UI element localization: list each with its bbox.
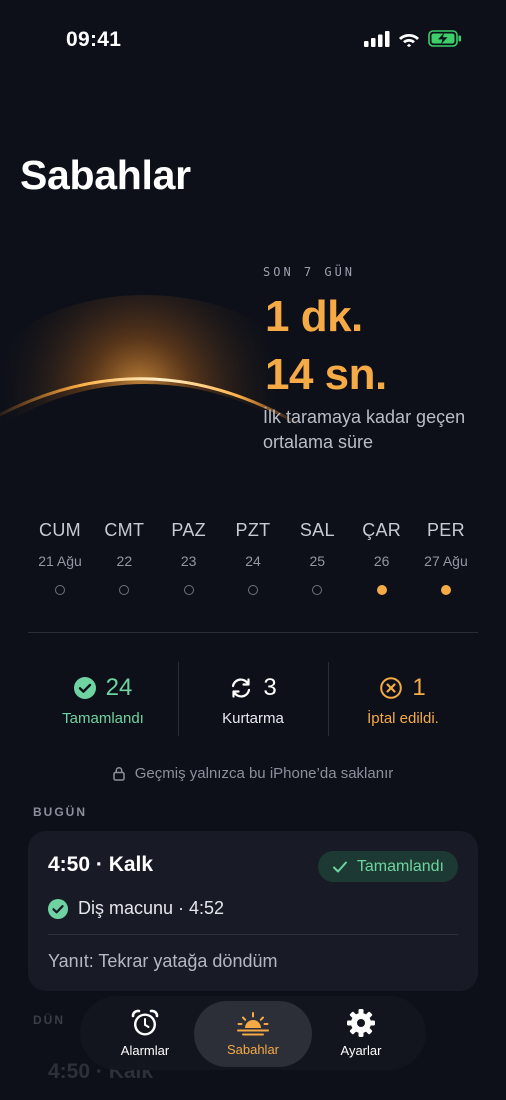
recovery-label: Kurtarma	[222, 710, 284, 727]
card-divider	[48, 934, 458, 935]
day-date: 22	[116, 553, 133, 569]
day-date: 26	[373, 553, 390, 569]
day-per[interactable]: PER 27 Ağu	[414, 520, 478, 595]
day-status-dot	[183, 585, 194, 595]
tab-label: Ayarlar	[340, 1043, 382, 1058]
wifi-icon	[399, 33, 419, 47]
day-name: SAL	[299, 520, 335, 540]
day-status-dot	[312, 585, 323, 595]
stat-cancelled: 1 İptal edildi.	[328, 662, 478, 736]
cancelled-count: 1	[412, 674, 426, 701]
completed-count: 24	[105, 674, 133, 701]
day-date: 23	[180, 553, 197, 569]
average-minutes: 1 dk.	[265, 292, 363, 341]
privacy-text: Geçmiş yalnızca bu iPhone’da saklanır	[134, 765, 394, 782]
cancel-circle-icon	[380, 677, 403, 699]
gear-icon	[347, 1009, 375, 1037]
tab-label: Alarmlar	[120, 1043, 170, 1058]
faded-section-label: DÜN	[33, 1013, 65, 1027]
day-name: CMT	[104, 520, 145, 540]
sunrise-glow-illustration	[0, 250, 300, 470]
stats-row: 24 Tamamlandı 3 Kurtarma 1 İptal edildi.	[28, 662, 478, 736]
task-row: Diş macunu · 4:52	[48, 898, 224, 919]
cellular-signal-icon	[364, 30, 390, 47]
summary-period-label: SON 7 GÜN	[263, 265, 356, 279]
cancelled-label: İptal edildi.	[367, 710, 439, 727]
day-date: 27 Ağu	[424, 553, 468, 569]
tab-sabahlar[interactable]: Sabahlar	[194, 1001, 312, 1067]
completed-label: Tamamlandı	[62, 710, 144, 727]
summary-description: İlk taramaya kadar geçen ortalama süre	[263, 407, 466, 452]
week-strip: CUM 21 Ağu CMT 22 PAZ 23 PZT 24 SAL 25 Ç…	[28, 520, 478, 595]
status-time: 09:41	[66, 28, 122, 51]
stat-recovery: 3 Kurtarma	[178, 662, 328, 736]
tab-alarmlar[interactable]: Alarmlar	[86, 996, 204, 1070]
section-label-today: BUGÜN	[33, 805, 87, 819]
day-date: 24	[245, 553, 261, 569]
day-paz[interactable]: PAZ 23	[157, 520, 221, 595]
day-date: 21 Ağu	[38, 553, 82, 569]
privacy-note: Geçmiş yalnızca bu iPhone’da saklanır	[0, 765, 506, 782]
recovery-count: 3	[263, 674, 277, 701]
lock-icon	[113, 767, 125, 781]
task-text: Diş macunu · 4:52	[78, 898, 225, 918]
day-car[interactable]: ÇAR 26	[350, 520, 414, 595]
page-title: Sabahlar	[20, 152, 191, 198]
divider	[28, 632, 478, 633]
status-badge: Tamamlandı	[317, 851, 458, 882]
day-status-dot	[247, 585, 258, 595]
refresh-icon	[232, 678, 251, 698]
morning-card[interactable]: 4:50 · Kalk Tamamlandı Diş macunu · 4:52…	[28, 831, 478, 991]
checkmark-circle-icon	[73, 677, 96, 699]
day-name: PER	[427, 520, 465, 540]
day-cum[interactable]: CUM 21 Ağu	[28, 520, 92, 595]
day-date: 25	[309, 553, 326, 569]
day-name: CUM	[39, 520, 81, 540]
day-name: PAZ	[171, 520, 206, 540]
day-status-dot	[55, 585, 65, 595]
checkmark-circle-icon	[48, 898, 68, 919]
tab-bar: Alarmlar Sabahlar Ayarlar	[80, 996, 426, 1070]
day-name: PZT	[235, 520, 271, 540]
day-status-dot	[440, 585, 451, 595]
tab-label: Sabahlar	[226, 1042, 280, 1057]
day-status-dot	[119, 585, 130, 595]
average-seconds: 14 sn.	[265, 350, 387, 399]
sunrise-icon	[237, 1012, 269, 1036]
tab-ayarlar[interactable]: Ayarlar	[302, 996, 420, 1070]
stat-completed: 24 Tamamlandı	[28, 662, 178, 736]
day-pzt[interactable]: PZT 24	[221, 520, 285, 595]
status-badge-label: Tamamlandı	[356, 857, 444, 875]
battery-charging-icon	[428, 30, 461, 47]
answer-text: Yanıt: Tekrar yatağa döndüm	[48, 951, 278, 971]
alarm-title: 4:50 · Kalk	[48, 853, 154, 876]
status-icons	[364, 30, 462, 47]
day-status-dot	[376, 585, 387, 595]
day-name: ÇAR	[362, 520, 402, 540]
day-sal[interactable]: SAL 25	[285, 520, 349, 595]
day-cmt[interactable]: CMT 22	[92, 520, 156, 595]
checkmark-icon	[332, 861, 347, 872]
alarm-clock-icon	[131, 1009, 159, 1036]
